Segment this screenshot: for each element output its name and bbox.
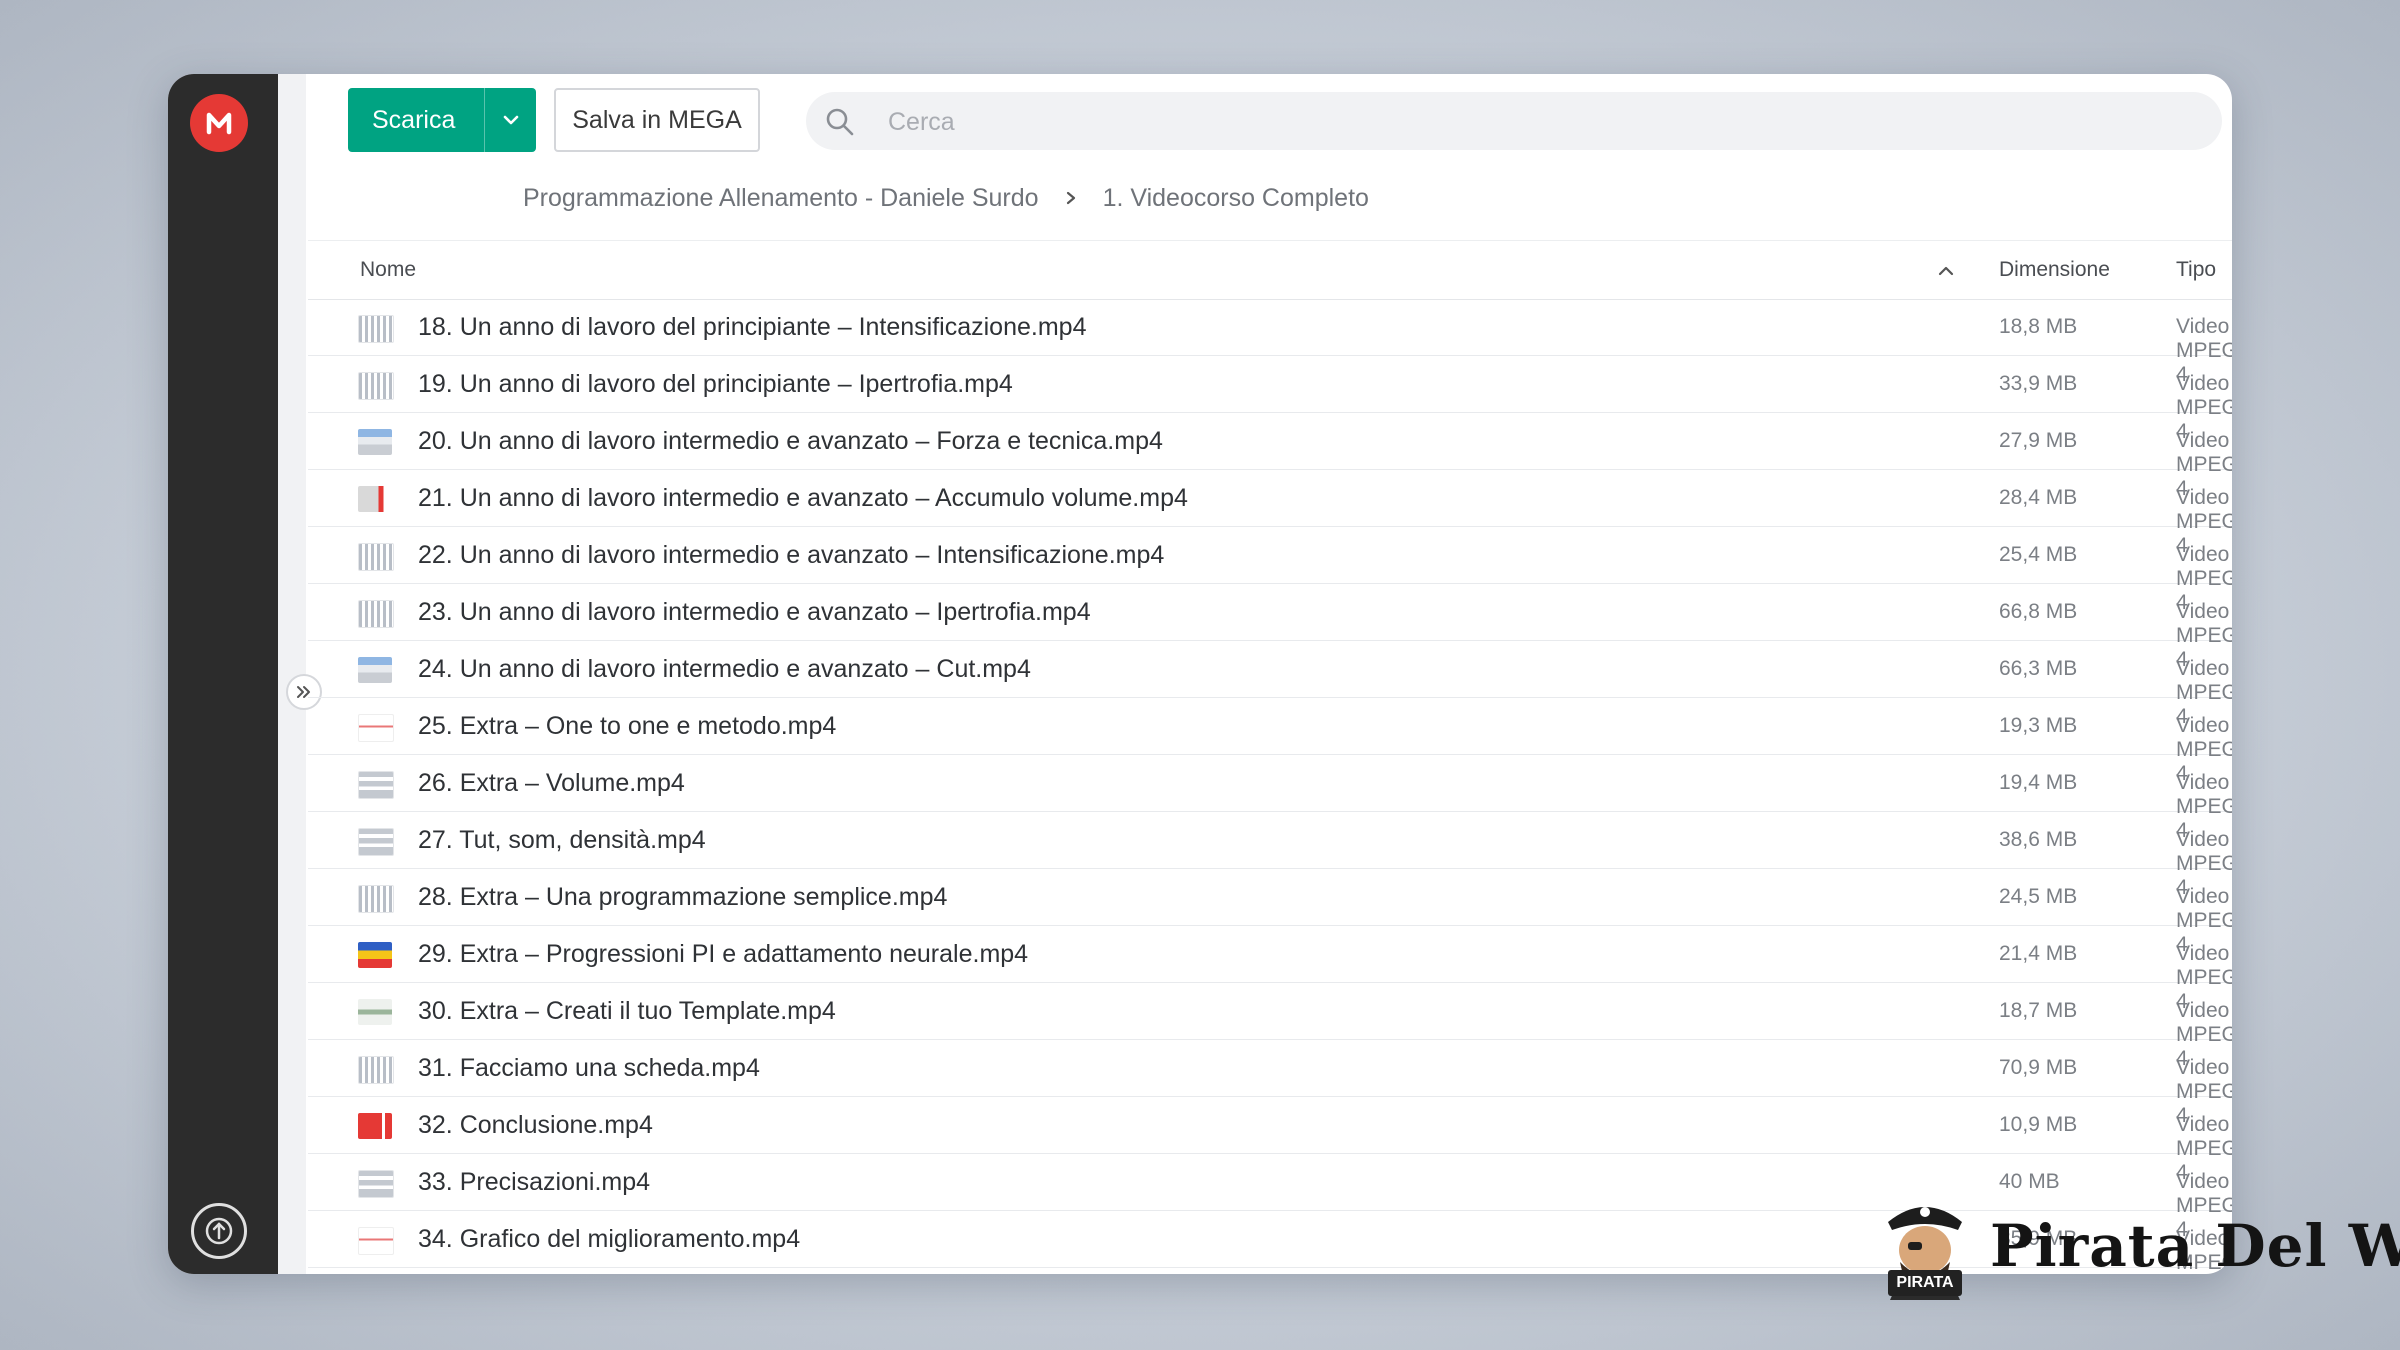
video-thumbnail: [358, 315, 394, 343]
video-thumbnail: [358, 372, 394, 400]
video-thumbnail: [358, 543, 394, 571]
save-to-mega-button[interactable]: Salva in MEGA: [554, 88, 760, 152]
app-window: Scarica Salva in MEGA Programmazione All…: [168, 74, 2232, 1274]
file-name[interactable]: 30. Extra – Creati il tuo Template.mp4: [418, 997, 836, 1026]
file-size: 19,3 MB: [1999, 714, 2078, 737]
file-size: 40 MB: [1999, 1170, 2060, 1193]
file-name[interactable]: 23. Un anno di lavoro intermedio e avanz…: [418, 598, 1091, 627]
file-name[interactable]: 24. Un anno di lavoro intermedio e avanz…: [418, 655, 1031, 684]
file-name[interactable]: 20. Un anno di lavoro intermedio e avanz…: [418, 427, 1163, 456]
table-row[interactable]: 25. Extra – One to one e metodo.mp4 19,3 …: [308, 698, 2232, 785]
file-name[interactable]: 26. Extra – Volume.mp4: [418, 769, 685, 798]
download-button-label: Scarica: [372, 105, 456, 134]
file-name[interactable]: 33. Precisazioni.mp4: [418, 1168, 650, 1197]
video-thumbnail: [358, 1113, 392, 1139]
file-size: 66,8 MB: [1999, 600, 2078, 623]
file-name[interactable]: 21. Un anno di lavoro intermedio e avanz…: [418, 484, 1188, 513]
table-row[interactable]: 27. Tut, som, densità.mp4 38,6 MB Video MP…: [308, 812, 2232, 899]
mega-logo-icon[interactable]: [190, 94, 248, 152]
table-row[interactable]: 26. Extra – Volume.mp419,4 MBVideo MPEG-…: [308, 755, 2232, 842]
file-name[interactable]: 25. Extra – One to one e metodo.mp4: [418, 712, 836, 741]
file-size: 24,5 MB: [1999, 885, 2078, 908]
file-size: 27,9 MB: [1999, 429, 2078, 452]
file-size: 10,9 MB: [1999, 1113, 2078, 1136]
column-header-name[interactable]: Nome: [360, 258, 416, 282]
video-thumbnail: [358, 999, 392, 1025]
video-thumbnail: [358, 942, 392, 968]
table-row[interactable]: 22. Un anno di lavoro intermedio e avanz…: [308, 527, 2232, 614]
table-header: Nome Dimensione Tipo: [308, 240, 2232, 300]
file-size: 19,4 MB: [1999, 771, 2078, 794]
file-name[interactable]: 19. Un anno di lavoro del principiante –…: [418, 370, 1013, 399]
file-size: 18,7 MB: [1999, 999, 2078, 1022]
sidebar: [168, 74, 278, 1274]
search-icon: [826, 108, 854, 136]
video-thumbnail: [358, 714, 394, 742]
file-name[interactable]: 29. Extra – Progressioni PI e adattament…: [418, 940, 1028, 969]
file-name[interactable]: 34. Grafico del miglioramento.mp4: [418, 1225, 800, 1254]
download-button[interactable]: Scarica: [348, 88, 536, 152]
video-thumbnail: [358, 486, 392, 512]
table-row[interactable]: 30. Extra – Creati il tuo Template.mp4 18…: [308, 983, 2232, 1070]
video-thumbnail: [358, 1056, 394, 1084]
chevron-down-icon: [503, 115, 519, 125]
file-name[interactable]: 31. Facciamo una scheda.mp4: [418, 1054, 760, 1083]
watermark-text: Pirata Del Web: [1990, 1212, 2400, 1280]
toolbar: Scarica Salva in MEGA: [348, 88, 2232, 152]
table-row[interactable]: 19. Un anno di lavoro del principiante –…: [308, 356, 2232, 443]
file-size: 25,4 MB: [1999, 543, 2078, 566]
table-row[interactable]: 24. Un anno di lavoro intermedio e avanz…: [308, 641, 2232, 728]
file-size: 21,4 MB: [1999, 942, 2078, 965]
video-thumbnail: [358, 657, 392, 683]
breadcrumb: Programmazione Allenamento - Daniele Sur…: [523, 180, 1369, 216]
sort-ascending-icon[interactable]: [1936, 263, 1956, 279]
file-size: 18,8 MB: [1999, 315, 2078, 338]
search-input[interactable]: [886, 92, 2190, 152]
watermark-badge: PIRATA: [1888, 1270, 1962, 1296]
file-name[interactable]: 18. Un anno di lavoro del principiante –…: [418, 313, 1086, 342]
video-thumbnail: [358, 1170, 394, 1198]
file-size: 33,9 MB: [1999, 372, 2078, 395]
table-row[interactable]: 18. Un anno di lavoro del principiante –…: [308, 299, 2232, 386]
table-row[interactable]: 31. Facciamo una scheda.mp4 70,9 MB Video …: [308, 1040, 2232, 1127]
search-bar[interactable]: [806, 92, 2222, 152]
chevron-right-icon: [1063, 190, 1079, 206]
video-thumbnail: [358, 828, 394, 856]
download-options-button[interactable]: [484, 88, 537, 152]
file-name[interactable]: 32. Conclusione.mp4: [418, 1111, 653, 1140]
file-size: 28,4 MB: [1999, 486, 2078, 509]
table-row[interactable]: 28. Extra – Una programmazione semplice.…: [308, 869, 2232, 956]
table-row[interactable]: 20. Un anno di lavoro intermedio e avanz…: [308, 413, 2232, 500]
table-row[interactable]: 32. Conclusione.mp410,9 MBVideo MPEG-4: [308, 1097, 2232, 1184]
column-header-size[interactable]: Dimensione: [1999, 258, 2110, 282]
file-size: 66,3 MB: [1999, 657, 2078, 680]
file-name[interactable]: 27. Tut, som, densità.mp4: [418, 826, 706, 855]
breadcrumb-current[interactable]: 1. Videocorso Completo: [1103, 184, 1369, 213]
file-name[interactable]: 22. Un anno di lavoro intermedio e avanz…: [418, 541, 1164, 570]
table-row[interactable]: 23. Un anno di lavoro intermedio e avanz…: [308, 584, 2232, 671]
column-header-type[interactable]: Tipo: [2176, 258, 2216, 282]
video-thumbnail: [358, 600, 394, 628]
video-thumbnail: [358, 1227, 394, 1255]
sync-icon[interactable]: [191, 1203, 247, 1259]
file-name[interactable]: 28. Extra – Una programmazione semplice.…: [418, 883, 947, 912]
table-row[interactable]: 29. Extra – Progressioni PI e adattament…: [308, 926, 2232, 1013]
table-row[interactable]: 21. Un anno di lavoro intermedio e avanz…: [308, 470, 2232, 557]
file-list: 18. Un anno di lavoro del principiante –…: [308, 299, 2232, 1274]
video-thumbnail: [358, 771, 394, 799]
file-size: 70,9 MB: [1999, 1056, 2078, 1079]
video-thumbnail: [358, 885, 394, 913]
file-size: 38,6 MB: [1999, 828, 2078, 851]
video-thumbnail: [358, 429, 392, 455]
breadcrumb-parent[interactable]: Programmazione Allenamento - Daniele Sur…: [523, 184, 1039, 213]
